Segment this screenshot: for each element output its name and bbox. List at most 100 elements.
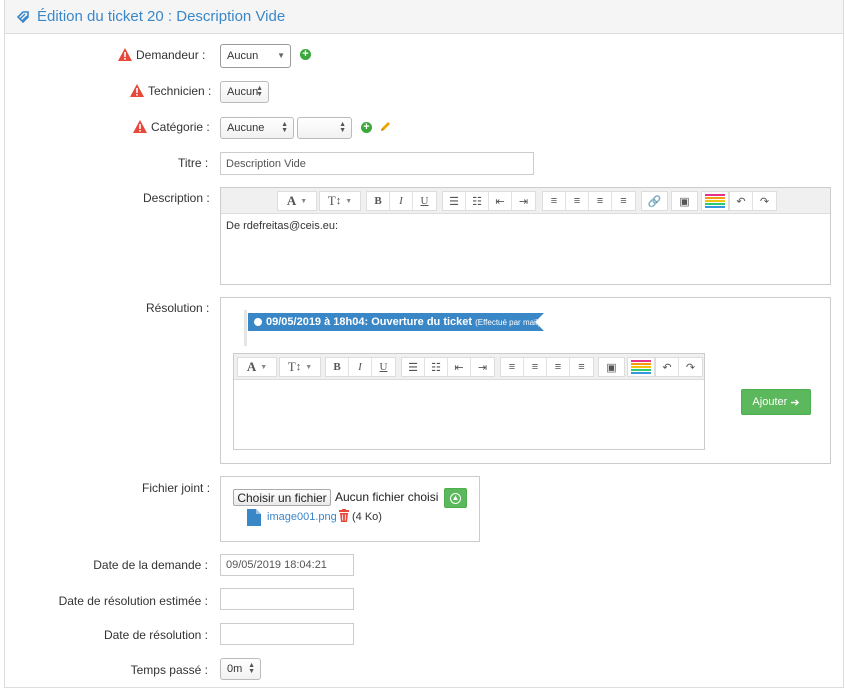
ajouter-button[interactable]: Ajouter ➔ (741, 389, 811, 415)
size-dropdown[interactable]: T ↕ ▼ (280, 358, 320, 376)
date-resolution-estimee-label: Date de résolution estimée : (58, 594, 208, 608)
file-icon (247, 509, 261, 526)
resolution-editor[interactable]: A ▼ T ↕ ▼ B I U ☰ ☷ ⇤ ⇥ ≡ ≡ ≡ ≡ ▣ ↶ ↷ (233, 353, 705, 450)
redo-icon[interactable]: ↷ (753, 192, 776, 210)
date-resolution-estimee-input[interactable] (220, 588, 354, 610)
technicien-select[interactable]: Aucun ▲ ▼ (220, 81, 269, 103)
undo-icon[interactable]: ↶ (656, 358, 679, 376)
bold-button[interactable]: B (367, 192, 390, 210)
color-picker-icon[interactable] (702, 192, 728, 210)
redo-icon[interactable]: ↷ (679, 358, 702, 376)
attachment-link[interactable]: image001.png (267, 511, 337, 523)
timeline-line (244, 310, 247, 346)
temps-passe-label: Temps passé : (130, 663, 208, 677)
arrow-right-icon: ➔ (790, 396, 800, 409)
font-dropdown[interactable]: A ▼ (238, 358, 276, 376)
date-demande-label: Date de la demande : (93, 558, 208, 572)
trash-icon[interactable] (338, 509, 350, 522)
bullet-list-icon[interactable]: ☰ (402, 358, 425, 376)
image-group: ▣ (598, 357, 625, 377)
resolution-label: Résolution : (146, 301, 210, 315)
add-categorie-icon[interactable]: + (361, 122, 372, 133)
align-group: ≡ ≡ ≡ ≡ (542, 191, 636, 211)
description-editor[interactable]: A ▼ T ↕ ▼ B I U ☰ ☷ ⇤ ⇥ ≡ ≡ ≡ ≡ 🔗 ▣ ↶ ↷ … (220, 187, 831, 285)
list-group: ☰ ☷ ⇤ ⇥ (401, 357, 495, 377)
undo-icon[interactable]: ↶ (730, 192, 753, 210)
upload-icon: ▲ (450, 492, 461, 504)
outdent-icon[interactable]: ⇤ (489, 192, 512, 210)
subcategorie-select[interactable]: ▲ ▼ (297, 117, 352, 139)
date-resolution-label: Date de résolution : (103, 628, 208, 642)
date-resolution-input[interactable] (220, 623, 354, 645)
history-group: ↶ ↷ (729, 191, 777, 211)
image-icon[interactable]: ▣ (672, 192, 697, 210)
timeline-dot-icon (254, 318, 262, 326)
outdent-icon[interactable]: ⇤ (448, 358, 471, 376)
choose-file-button[interactable]: Choisir un fichier (233, 489, 331, 506)
align-left-icon[interactable]: ≡ (501, 358, 524, 376)
align-center-icon[interactable]: ≡ (524, 358, 547, 376)
chevron-down-icon: ▼ (277, 51, 285, 60)
warning-icon (118, 48, 132, 61)
no-file-text: Aucun fichier choisi (335, 490, 439, 504)
demandeur-label-row: Demandeur : (118, 48, 205, 62)
indent-icon[interactable]: ⇥ (471, 358, 494, 376)
align-left-icon[interactable]: ≡ (543, 192, 566, 210)
titre-label: Titre : (178, 156, 209, 170)
add-demandeur-icon[interactable]: + (300, 49, 311, 60)
bullet-list-icon[interactable]: ☰ (443, 192, 466, 210)
align-center-icon[interactable]: ≡ (566, 192, 589, 210)
pencil-icon[interactable] (379, 120, 392, 133)
demandeur-value: Aucun (227, 50, 259, 62)
fichier-label: Fichier joint : (142, 481, 211, 495)
titre-input[interactable]: Description Vide (220, 152, 534, 175)
panel-header: Édition du ticket 20 : Description Vide (5, 0, 843, 34)
temps-passe-select[interactable]: 0m ▲ ▼ (220, 658, 261, 680)
align-right-icon[interactable]: ≡ (547, 358, 570, 376)
underline-button[interactable]: U (372, 358, 395, 376)
categorie-label-row: Catégorie : (133, 120, 210, 134)
color-picker-icon[interactable] (628, 358, 654, 376)
categorie-select[interactable]: Aucune ▲ ▼ (220, 117, 294, 139)
ajouter-label: Ajouter (752, 396, 788, 408)
italic-button[interactable]: I (390, 192, 413, 210)
indent-icon[interactable]: ⇥ (512, 192, 535, 210)
image-group: ▣ (671, 191, 698, 211)
link-group: 🔗 (641, 191, 668, 211)
description-label: Description : (143, 191, 210, 205)
align-justify-icon[interactable]: ≡ (612, 192, 635, 210)
technicien-label: Technicien : (148, 84, 212, 98)
history-group: ↶ ↷ (655, 357, 703, 377)
font-group: A ▼ (277, 191, 317, 211)
numbered-list-icon[interactable]: ☷ (466, 192, 489, 210)
categorie-value: Aucune (227, 122, 265, 134)
ticket-icon (16, 11, 29, 24)
align-right-icon[interactable]: ≡ (589, 192, 612, 210)
format-group: B I U (366, 191, 437, 211)
size-group: T ↕ ▼ (319, 191, 361, 211)
bold-button[interactable]: B (326, 358, 349, 376)
color-group (627, 357, 655, 377)
demandeur-select[interactable]: Aucun ▼ (220, 44, 291, 68)
size-dropdown[interactable]: T ↕ ▼ (320, 192, 360, 210)
updown-icon: ▲ ▼ (256, 85, 263, 98)
updown-icon: ▲ ▼ (281, 121, 288, 134)
timeline-entry: 09/05/2019 à 18h04: Ouverture du ticket … (248, 313, 544, 331)
underline-button[interactable]: U (413, 192, 436, 210)
date-demande-input[interactable]: 09/05/2019 18:04:21 (220, 554, 354, 576)
demandeur-label: Demandeur : (136, 48, 206, 62)
technicien-label-row: Technicien : (130, 84, 211, 98)
font-dropdown[interactable]: A ▼ (278, 192, 316, 210)
image-icon[interactable]: ▣ (599, 358, 624, 376)
warning-icon (133, 120, 147, 133)
align-justify-icon[interactable]: ≡ (570, 358, 593, 376)
upload-button[interactable]: ▲ (444, 488, 467, 508)
timeline-text: 09/05/2019 à 18h04: Ouverture du ticket (266, 316, 473, 328)
updown-icon: ▲ ▼ (248, 662, 255, 675)
link-icon[interactable]: 🔗 (642, 192, 667, 210)
numbered-list-icon[interactable]: ☷ (425, 358, 448, 376)
categorie-label: Catégorie : (151, 120, 210, 134)
description-content: De rdefreitas@ceis.eu: (226, 220, 339, 232)
italic-button[interactable]: I (349, 358, 372, 376)
timeline-note: (Effectué par mail) (475, 317, 541, 327)
